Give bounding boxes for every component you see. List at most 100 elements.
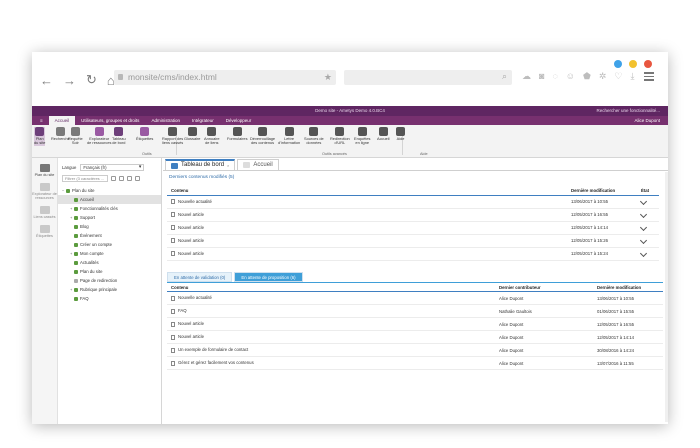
settings-icon[interactable]: ✲ [599,71,607,82]
content-cell[interactable]: Nouvel article [167,330,495,344]
ribbon-home-button[interactable]: Accueil [377,127,390,141]
col-content[interactable]: Contenu [167,186,567,196]
col-last-modified[interactable]: Dernière modification [593,282,663,292]
tree-node[interactable]: Créer un compte [58,240,161,249]
tab-home-page[interactable]: Accueil [237,159,279,170]
language-select[interactable]: Français (fr) [80,164,145,171]
content-cell[interactable]: Nouvel article [167,234,567,248]
ribbon-tags-button[interactable]: Étiquettes [136,127,153,141]
clear-filter-icon[interactable] [111,176,116,181]
table-row[interactable]: Nouvel article Alice Dupont 12/05/2017 à 1… [167,330,663,344]
tree-node[interactable]: Plan du site [58,267,161,276]
ribbon-newsletter-button[interactable]: Lettre d'information [278,127,300,146]
content-cell[interactable]: Un exemple de formulaire de contact [167,343,495,357]
ribbon-dashboard-button[interactable]: Tableau de bord [112,127,126,146]
tree-node[interactable]: Accueil [58,195,161,204]
browser-search-box[interactable]: ⌕ [344,70,512,85]
content-cell[interactable]: Nouvel article [167,221,567,235]
forward-arrow-icon[interactable]: → [63,73,76,88]
table-row[interactable]: Nouvelle actualité Alice Dupont 13/06/2017… [167,291,663,305]
expand-icon[interactable] [135,176,140,181]
app-menu-icon[interactable]: ≡ [34,116,49,125]
tree-node[interactable]: FAQ [58,294,161,303]
camera-icon[interactable]: ◙ [539,71,544,82]
content-cell[interactable]: Nouvelle actualité [167,291,495,305]
subtab-proposition[interactable]: En attente de proposition (6) [234,272,303,282]
tab-developpeur[interactable]: Développeur [220,116,258,125]
reload-icon[interactable]: ↻ [86,72,97,88]
cloud-icon[interactable]: ☁ [522,71,531,82]
shield-icon[interactable]: ⬟ [583,71,591,82]
table-row[interactable]: Nouvel article 12/05/2017 à 15:26 [167,234,659,248]
feature-search[interactable]: Rechercher une fonctionnalité... [596,106,660,116]
tree-node[interactable]: Blog [58,222,161,231]
ribbon-sitemap-button[interactable]: Plan du site [34,127,46,146]
close-tab-icon[interactable]: × [227,160,229,171]
address-bar[interactable]: monsite/cms/index.html ★ [114,70,336,85]
table-row[interactable]: FAQ Nathalie Gaultois 01/06/2017 à 15:55 [167,304,663,318]
table-row[interactable]: Un exemple de formulaire de contact Alice… [167,343,663,357]
tree-node[interactable]: + Mon compte [58,249,161,258]
collapse-icon[interactable] [119,176,124,181]
tab-accueil[interactable]: Accueil [48,116,76,125]
tree-filter-input[interactable]: Filtrer (3 caractères ... [62,175,108,182]
col-last-modified[interactable]: Dernière modification [567,186,637,196]
back-arrow-icon[interactable]: ← [40,73,53,88]
refresh-icon[interactable]: ◌ [552,71,557,82]
col-state[interactable]: État [637,186,659,196]
bookmark-star-icon[interactable]: ★ [324,70,332,85]
content-cell[interactable]: FAQ [167,304,495,318]
tree-node[interactable]: + Fonctionnalités clés [58,204,161,213]
tab-dashboard[interactable]: Tableau de bord × [165,159,236,171]
content-cell[interactable]: Nouvel article [167,317,495,331]
heart-icon[interactable]: ♡ [614,71,622,82]
main-scrollbar[interactable] [665,172,668,422]
ribbon-online-surveys-button[interactable]: Enquêtes en ligne [354,127,370,146]
ribbon-broken-links-report-button[interactable]: Rapport des liens cassés [162,127,183,146]
table-row[interactable]: Gérez et gérez facilement vos contenus Al… [167,356,663,370]
rail-broken-links[interactable]: Liens cassés [32,206,57,219]
table-row[interactable]: Nouvelle actualité 13/06/2017 à 10:55 [167,195,659,209]
tree-node[interactable]: Événement [58,231,161,240]
profile-icon[interactable]: ☺ [566,71,575,82]
ribbon-help-button[interactable]: Aide [396,127,405,141]
content-cell[interactable]: Nouvelle actualité [167,195,567,209]
current-user[interactable]: Alice Dupont [634,116,660,125]
ribbon-resource-explorer-button[interactable]: Explorateur de ressources [87,127,111,146]
table-row[interactable]: Nouvel article 12/05/2017 à 14:14 [167,221,659,235]
tab-users[interactable]: Utilisateurs, groupes et droits [75,116,145,125]
refresh-tree-icon[interactable] [127,176,132,181]
minimize-dot[interactable] [614,60,622,68]
col-content[interactable]: Contenu [167,282,495,292]
ribbon-solr-query-button[interactable]: Requête Solr [68,127,83,146]
ribbon-url-redirect-button[interactable]: Redirection d'URL [330,127,350,146]
rail-tags[interactable]: Étiquettes [32,225,57,238]
tab-administration[interactable]: Administration [145,116,186,125]
table-row[interactable]: Nouvel article 12/05/2017 à 15:24 [167,247,659,261]
rail-resources[interactable]: Explorateur de ressources [32,183,57,200]
maximize-dot[interactable] [629,60,637,68]
browser-menu-icon[interactable] [644,72,654,83]
subtab-validation[interactable]: En attente de validation (0) [167,272,233,282]
download-icon[interactable]: ⤓ [630,71,634,82]
tab-integrateur[interactable]: Intégrateur [186,116,220,125]
ribbon-data-sources-button[interactable]: Sources de données [304,127,324,146]
rail-sitemap[interactable]: Plan du site [32,164,57,177]
content-cell[interactable]: Nouvel article [167,247,567,261]
ribbon-forms-button[interactable]: Formulaires [227,127,248,141]
ribbon-link-directory-button[interactable]: Annuaire de liens [204,127,220,146]
ribbon-glossary-button[interactable]: Glossaire [184,127,200,141]
table-row[interactable]: Nouvel article Alice Dupont 12/05/2017 à 1… [167,317,663,331]
ribbon-content-unlock-button[interactable]: Déverrouillage des contenus [250,127,275,146]
content-cell[interactable]: Gérez et gérez facilement vos contenus [167,356,495,370]
tree-node[interactable]: + Support [58,213,161,222]
tree-node[interactable]: − Plan du site [58,186,161,195]
tree-node[interactable]: Page de redirection [58,276,161,285]
table-row[interactable]: Nouvel article 12/05/2017 à 16:55 [167,208,659,222]
tree-node[interactable]: + Rubrique principale [58,285,161,294]
ribbon-search-button[interactable]: Recherche [51,127,70,141]
tree-node[interactable]: Actualités [58,258,161,267]
col-contributor[interactable]: Dernier contributeur [495,282,593,292]
close-dot[interactable] [644,60,652,68]
content-cell[interactable]: Nouvel article [167,208,567,222]
